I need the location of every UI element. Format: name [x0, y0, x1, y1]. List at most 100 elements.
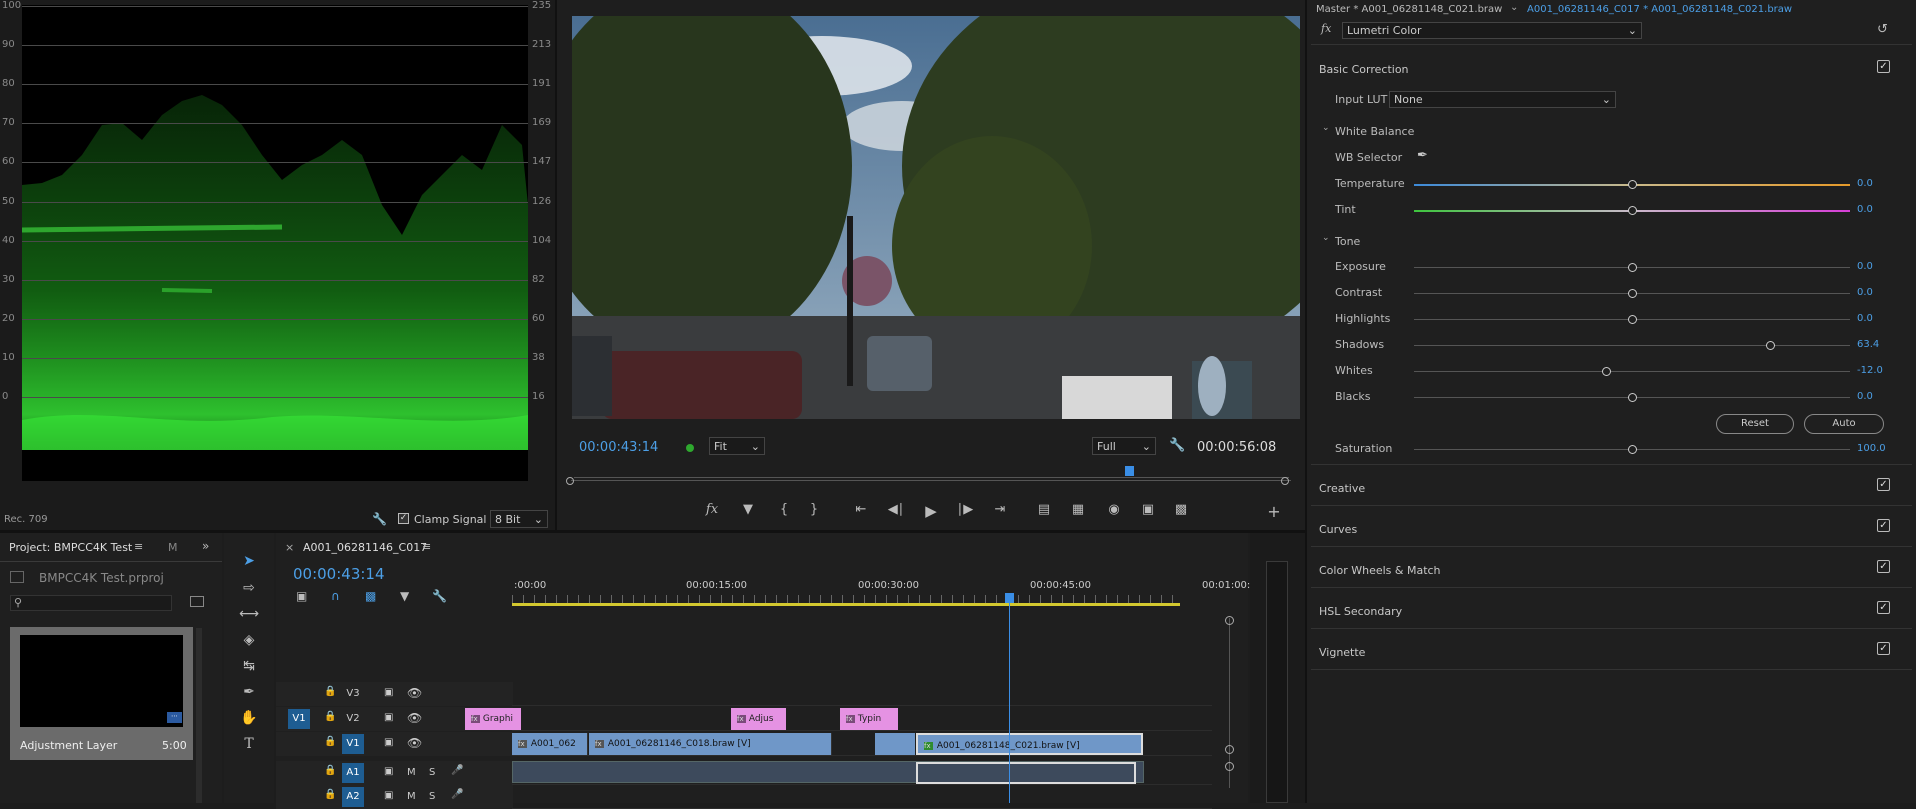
timeline-timecode[interactable]: 00:00:43:14: [293, 565, 385, 583]
v1-clip-short[interactable]: [875, 733, 915, 755]
proxy-toggle-icon[interactable]: ▩: [1170, 502, 1192, 517]
sync-lock-icon[interactable]: ▣: [384, 766, 393, 777]
slider-value[interactable]: 0.0: [1857, 287, 1873, 298]
section-header[interactable]: HSL Secondary: [1319, 605, 1402, 618]
v2-clip[interactable]: fx Graphi: [465, 708, 521, 730]
v1-clip[interactable]: fx A001_06281148_C021.braw [V]: [916, 733, 1143, 755]
scroll-handle-right[interactable]: [1281, 477, 1289, 485]
panel-menu-icon[interactable]: ≡: [134, 540, 143, 553]
lift-icon[interactable]: ▤: [1033, 502, 1055, 517]
eye-icon[interactable]: 👁: [407, 736, 422, 750]
slider-value[interactable]: 0.0: [1857, 313, 1873, 324]
track-target-toggle[interactable]: V1: [342, 734, 364, 754]
slider-knob[interactable]: [1628, 289, 1637, 298]
fx-icon[interactable]: fx: [701, 502, 723, 517]
slider-value[interactable]: 0.0: [1857, 261, 1873, 272]
solo-button[interactable]: S: [429, 767, 435, 778]
sequence-clip-label[interactable]: A001_06281146_C017 * A001_06281148_C021.…: [1527, 4, 1792, 15]
master-clip-label[interactable]: Master * A001_06281148_C021.braw: [1316, 4, 1502, 15]
selected-audio-clip[interactable]: [916, 762, 1136, 784]
selection-tool-icon[interactable]: ➤: [238, 553, 260, 573]
eyedropper-icon[interactable]: ✒: [1417, 148, 1428, 163]
track-target-toggle[interactable]: A2: [342, 787, 364, 807]
sync-lock-icon[interactable]: ▣: [384, 737, 393, 748]
clamp-signal-checkbox[interactable]: ✓: [398, 513, 409, 524]
eye-icon[interactable]: 👁: [407, 686, 422, 700]
sync-lock-icon[interactable]: ▣: [384, 790, 393, 801]
add-button-icon[interactable]: +: [1263, 502, 1285, 521]
basic-correction-checkbox[interactable]: ✓: [1877, 60, 1890, 73]
solo-button[interactable]: S: [429, 791, 435, 802]
lock-icon[interactable]: 🔒: [324, 711, 336, 722]
section-header[interactable]: Curves: [1319, 523, 1357, 536]
slider-knob[interactable]: [1628, 206, 1637, 215]
slider-value[interactable]: 0.0: [1857, 391, 1873, 402]
voiceover-mic-icon[interactable]: 🎤: [451, 765, 463, 776]
source-patch-v1[interactable]: V1: [288, 709, 310, 729]
slider-value[interactable]: 63.4: [1857, 339, 1879, 350]
snap-icon[interactable]: ∩: [331, 589, 340, 603]
bit-depth-dropdown[interactable]: 8 Bit ⌄: [490, 510, 548, 528]
white-balance-label[interactable]: White Balance: [1335, 125, 1414, 138]
auto-button[interactable]: Auto: [1804, 414, 1884, 434]
section-checkbox[interactable]: ✓: [1877, 560, 1890, 573]
pen-tool-icon[interactable]: ✒: [238, 684, 260, 704]
extract-icon[interactable]: ▦: [1067, 502, 1089, 517]
section-checkbox[interactable]: ✓: [1877, 601, 1890, 614]
monitor-playhead[interactable]: [1124, 466, 1134, 476]
scroll-handle-v[interactable]: [1225, 745, 1234, 754]
razor-tool-icon[interactable]: ◈: [238, 632, 260, 652]
step-back-icon[interactable]: ◀∣: [885, 502, 907, 517]
comparison-view-icon[interactable]: ▣: [1137, 502, 1159, 517]
scroll-handle-top[interactable]: [1225, 616, 1234, 625]
lock-icon[interactable]: 🔒: [324, 686, 336, 697]
voiceover-mic-icon[interactable]: 🎤: [451, 789, 463, 800]
slider-knob[interactable]: [1628, 315, 1637, 324]
play-icon[interactable]: ▶: [920, 502, 942, 520]
collapse-chevron-icon[interactable]: ⌄: [1322, 233, 1330, 243]
linked-selection-icon[interactable]: ▩: [365, 589, 376, 603]
insert-sequence-icon[interactable]: ▣: [296, 589, 307, 603]
section-checkbox[interactable]: ✓: [1877, 519, 1890, 532]
wrench-icon[interactable]: 🔧: [432, 589, 447, 603]
v2-clip[interactable]: fx Typin: [840, 708, 898, 730]
mark-out-icon[interactable]: }: [803, 502, 825, 517]
track-lane[interactable]: [512, 682, 1212, 706]
v2-clip[interactable]: fx Adjus: [731, 708, 786, 730]
lock-icon[interactable]: 🔒: [324, 789, 336, 800]
reset-effect-icon[interactable]: ↺: [1877, 22, 1888, 37]
slider-knob[interactable]: [1628, 263, 1637, 272]
slider-knob[interactable]: [1628, 180, 1637, 189]
add-marker-icon[interactable]: ▼: [737, 502, 759, 517]
scroll-handle-a[interactable]: [1225, 762, 1234, 771]
section-header[interactable]: Color Wheels & Match: [1319, 564, 1441, 577]
type-tool-icon[interactable]: T: [238, 736, 260, 756]
timeline-playhead[interactable]: [1009, 595, 1010, 803]
slider-value[interactable]: 0.0: [1857, 178, 1873, 189]
slider-track[interactable]: [1414, 345, 1850, 346]
slip-tool-icon[interactable]: ↹: [238, 658, 260, 678]
panel-menu-icon[interactable]: ≡: [422, 540, 431, 553]
slider-track[interactable]: [1414, 371, 1850, 372]
reset-button[interactable]: Reset: [1716, 414, 1794, 434]
section-header[interactable]: Creative: [1319, 482, 1365, 495]
close-icon[interactable]: ×: [285, 541, 294, 554]
chevron-down-icon[interactable]: ⌄: [1510, 2, 1518, 13]
slider-knob[interactable]: [1601, 367, 1611, 376]
v1-clip[interactable]: fx A001_06281146_C018.braw [V]: [589, 733, 832, 755]
mute-button[interactable]: M: [407, 767, 416, 778]
section-checkbox[interactable]: ✓: [1877, 642, 1890, 655]
scroll-handle-left[interactable]: [566, 477, 574, 485]
v1-clip[interactable]: fx A001_062: [512, 733, 588, 755]
zoom-scrollbar[interactable]: [571, 480, 1291, 481]
hand-tool-icon[interactable]: ✋: [238, 710, 260, 730]
project-search-input[interactable]: ⚲: [10, 595, 172, 611]
adjustment-layer-item[interactable]: ⋯ Adjustment Layer 5:00: [10, 627, 193, 760]
slider-knob[interactable]: [1628, 393, 1637, 402]
step-forward-icon[interactable]: ∣▶: [954, 502, 976, 517]
slider-value[interactable]: 0.0: [1857, 204, 1873, 215]
lock-icon[interactable]: 🔒: [324, 736, 336, 747]
slider-value[interactable]: -12.0: [1857, 365, 1883, 376]
wrench-icon[interactable]: 🔧: [372, 512, 387, 526]
new-bin-icon[interactable]: [190, 596, 204, 607]
